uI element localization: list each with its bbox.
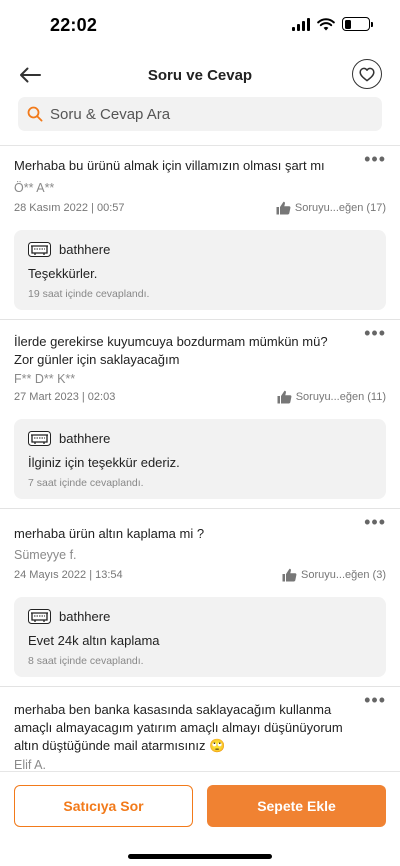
question-item: ••• merhaba ürün altın kaplama mi ? Süme… — [0, 509, 400, 687]
seller-logo-icon — [28, 609, 51, 624]
question-text: merhaba ben banka kasasında saklayacağım… — [14, 702, 343, 753]
answer-text: Evet 24k altın kaplama — [28, 633, 160, 648]
answer-card: bathhere İlginiz için teşekkür ederiz. 7… — [14, 419, 386, 499]
seller-logo-icon — [28, 431, 51, 446]
search-icon — [26, 105, 44, 123]
question-text: Merhaba bu ürünü almak için villamızın o… — [14, 158, 325, 173]
more-options-icon[interactable]: ••• — [364, 513, 386, 531]
like-label: Soruyu...eğen (3) — [301, 569, 386, 581]
question-author: Ö** A** — [14, 181, 55, 195]
question-author: F** D** K** — [14, 372, 76, 386]
more-options-icon[interactable]: ••• — [364, 324, 386, 342]
ask-seller-button[interactable]: Satıcıya Sor — [14, 785, 193, 827]
battery-icon — [342, 17, 373, 31]
question-text: merhaba ürün altın kaplama mi ? — [14, 526, 205, 541]
like-label: Soruyu...eğen (11) — [295, 391, 386, 403]
wifi-icon — [317, 17, 335, 30]
like-button[interactable]: Soruyu...eğen (17) — [276, 201, 386, 215]
like-button[interactable]: Soruyu...eğen (3) — [282, 568, 386, 582]
header: Soru ve Cevap — [0, 55, 400, 97]
heart-icon — [359, 67, 375, 81]
seller-name: bathhere — [59, 431, 111, 446]
status-time: 22:02 — [50, 15, 98, 35]
home-indicator — [128, 854, 272, 859]
seller-name: bathhere — [59, 609, 111, 624]
answer-text: İlginiz için teşekkür ederiz. — [28, 455, 180, 470]
answer-card: bathhere Evet 24k altın kaplama 8 saat i… — [14, 597, 386, 677]
question-item: ••• merhaba ben banka kasasında saklayac… — [0, 687, 400, 770]
question-author: Elif A. — [14, 758, 46, 770]
question-item: ••• İlerde gerekirse kuyumcuya bozdurmam… — [0, 320, 400, 509]
status-icons — [292, 17, 373, 31]
question-meta: 28 Kasım 2022 | 00:57 Soruyu...eğen (17) — [14, 201, 386, 215]
signal-icon — [292, 17, 310, 31]
answer-card: bathhere Teşekkürler. 19 saat içinde cev… — [14, 230, 386, 310]
search-bar[interactable] — [18, 97, 382, 131]
answer-header: bathhere — [28, 609, 372, 624]
bottom-action-bar: Satıcıya Sor Sepete Ekle — [0, 771, 400, 866]
thumbs-up-icon — [276, 201, 291, 215]
question-meta: 24 Mayıs 2022 | 13:54 Soruyu...eğen (3) — [14, 568, 386, 582]
more-options-icon[interactable]: ••• — [364, 150, 386, 168]
thumbs-up-icon — [282, 568, 297, 582]
like-button[interactable]: Soruyu...eğen (11) — [277, 390, 386, 404]
seller-logo-icon — [28, 242, 51, 257]
add-to-cart-button[interactable]: Sepete Ekle — [207, 785, 386, 827]
question-item: ••• Merhaba bu ürünü almak için villamız… — [0, 146, 400, 320]
question-meta: 27 Mart 2023 | 02:03 Soruyu...eğen (11) — [14, 390, 386, 404]
battery-level — [344, 19, 352, 29]
answer-header: bathhere — [28, 242, 372, 257]
answer-time: 7 saat içinde cevaplandı. — [28, 477, 144, 489]
answer-header: bathhere — [28, 431, 372, 446]
status-bar: 22:02 — [0, 0, 400, 52]
question-date: 24 Mayıs 2022 | 13:54 — [14, 569, 123, 581]
question-date: 28 Kasım 2022 | 00:57 — [14, 202, 125, 214]
more-options-icon[interactable]: ••• — [364, 691, 386, 709]
answer-time: 19 saat içinde cevaplandı. — [28, 288, 150, 300]
page-title: Soru ve Cevap — [147, 67, 253, 84]
seller-name: bathhere — [59, 242, 111, 257]
question-author: Sümeyye f. — [14, 548, 77, 562]
thumbs-up-icon — [277, 390, 292, 404]
like-label: Soruyu...eğen (17) — [294, 202, 386, 214]
favorite-button[interactable] — [352, 59, 382, 89]
answer-time: 8 saat içinde cevaplandı. — [28, 655, 144, 667]
question-list[interactable]: ••• Merhaba bu ürünü almak için villamız… — [0, 146, 400, 770]
search-input[interactable] — [50, 105, 350, 123]
question-text: İlerde gerekirse kuyumcuya bozdurmam müm… — [14, 334, 328, 367]
answer-text: Teşekkürler. — [28, 266, 98, 281]
question-date: 27 Mart 2023 | 02:03 — [14, 391, 116, 403]
